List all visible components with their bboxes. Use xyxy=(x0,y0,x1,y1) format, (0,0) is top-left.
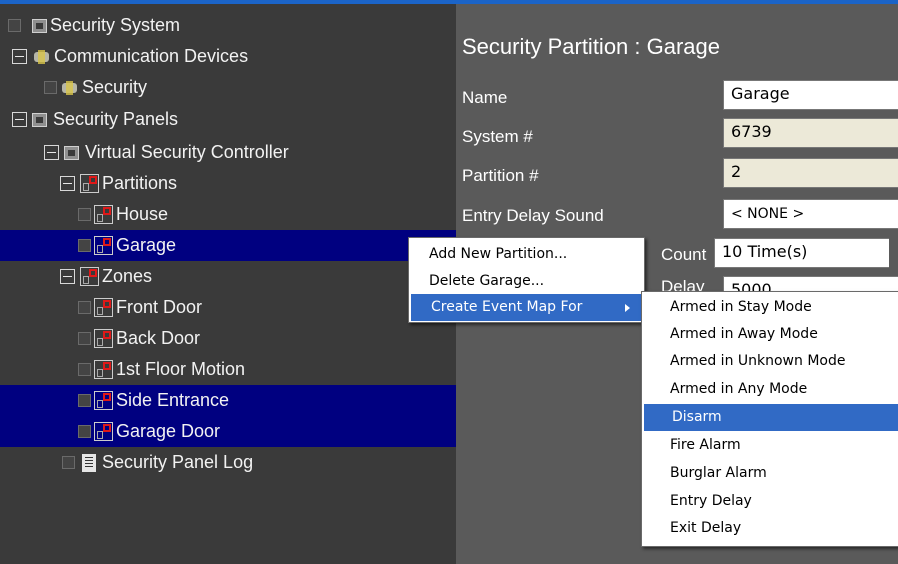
tree-item-zones[interactable]: Zones xyxy=(0,261,456,292)
checkbox[interactable] xyxy=(78,363,91,376)
count-label: Count xyxy=(661,245,707,264)
event-map-submenu: Armed in Stay Mode Armed in Away Mode Ar… xyxy=(641,291,898,547)
submenu-item-armed-any[interactable]: Armed in Any Mode xyxy=(642,376,898,403)
partition-number-label: Partition # xyxy=(462,166,539,185)
collapse-toggle-icon[interactable] xyxy=(12,112,27,127)
tree-item-label: Security Panels xyxy=(53,109,179,129)
security-controller-icon xyxy=(64,145,79,160)
collapse-toggle-icon[interactable] xyxy=(44,145,59,160)
tree-item-security-system[interactable]: Security System xyxy=(0,10,456,41)
communication-device-icon xyxy=(60,80,79,95)
tree-item-1st-floor-motion[interactable]: 1st Floor Motion xyxy=(0,354,456,385)
tree-item-front-door[interactable]: Front Door xyxy=(0,292,456,323)
submenu-item-label: Armed in Any Mode xyxy=(670,381,808,397)
checkbox[interactable] xyxy=(78,301,91,314)
submenu-item-label: Exit Delay xyxy=(670,520,742,536)
partition-icon xyxy=(94,205,113,224)
security-panels-icon xyxy=(32,112,47,127)
tree-item-security[interactable]: Security xyxy=(0,72,456,103)
tree-item-security-panels[interactable]: Security Panels xyxy=(0,104,456,135)
tree-item-label: Partitions xyxy=(102,173,178,193)
system-number-field[interactable]: 6739 xyxy=(723,118,898,148)
security-system-icon xyxy=(32,18,47,33)
checkbox[interactable] xyxy=(78,425,91,438)
communication-devices-icon xyxy=(32,49,51,64)
submenu-item-entry-delay[interactable]: Entry Delay xyxy=(642,488,898,515)
menu-item-delete-garage[interactable]: Delete Garage... xyxy=(409,268,644,295)
collapse-toggle-icon[interactable] xyxy=(12,49,27,64)
zones-icon xyxy=(80,267,99,286)
log-icon xyxy=(82,453,96,472)
submenu-item-burglar-alarm[interactable]: Burglar Alarm xyxy=(642,460,898,487)
submenu-item-label: Fire Alarm xyxy=(670,437,741,453)
entry-delay-sound-label: Entry Delay Sound xyxy=(462,206,604,225)
tree-item-label: Side Entrance xyxy=(116,390,230,410)
collapse-toggle-icon[interactable] xyxy=(60,176,75,191)
context-menu: Add New Partition... Delete Garage... Cr… xyxy=(408,237,645,323)
tree-pane: Security System Communication Devices Se… xyxy=(0,4,456,564)
submenu-item-label: Entry Delay xyxy=(670,493,752,509)
checkbox[interactable] xyxy=(62,456,75,469)
partition-number-field[interactable]: 2 xyxy=(723,158,898,188)
checkbox[interactable] xyxy=(44,81,57,94)
checkbox[interactable] xyxy=(8,19,21,32)
menu-item-label: Create Event Map For xyxy=(431,299,583,315)
submenu-item-label: Disarm xyxy=(672,409,722,425)
name-label: Name xyxy=(462,88,508,107)
submenu-item-fire-alarm[interactable]: Fire Alarm xyxy=(642,432,898,459)
checkbox[interactable] xyxy=(78,332,91,345)
zone-icon xyxy=(94,391,113,410)
name-field[interactable]: Garage xyxy=(723,80,898,110)
tree-item-label: Zones xyxy=(102,266,153,286)
tree-item-security-panel-log[interactable]: Security Panel Log xyxy=(0,447,456,478)
tree-item-garage[interactable]: Garage xyxy=(0,230,456,261)
tree-item-label: 1st Floor Motion xyxy=(116,359,246,379)
tree-item-virtual-security-controller[interactable]: Virtual Security Controller xyxy=(0,137,456,168)
submenu-item-label: Armed in Away Mode xyxy=(670,326,818,342)
tree-item-label: Communication Devices xyxy=(54,46,249,66)
system-number-label: System # xyxy=(462,127,533,146)
tree-item-side-entrance[interactable]: Side Entrance xyxy=(0,385,456,416)
zone-icon xyxy=(94,298,113,317)
tree-item-label: Front Door xyxy=(116,297,203,317)
menu-item-label: Add New Partition... xyxy=(429,246,568,262)
checkbox[interactable] xyxy=(78,208,91,221)
submenu-item-armed-unknown[interactable]: Armed in Unknown Mode xyxy=(642,348,898,375)
tree-item-garage-door[interactable]: Garage Door xyxy=(0,416,456,447)
partitions-icon xyxy=(80,174,99,193)
menu-item-label: Delete Garage... xyxy=(429,273,545,289)
count-select[interactable]: 10 Time(s) xyxy=(714,238,889,268)
tree-item-label: Garage Door xyxy=(116,421,221,441)
submenu-item-armed-away[interactable]: Armed in Away Mode xyxy=(642,321,898,348)
tree-item-label: Security Panel Log xyxy=(102,452,254,472)
page-title: Security Partition : Garage xyxy=(462,34,721,59)
tree-item-partitions[interactable]: Partitions xyxy=(0,168,456,199)
tree-item-label: Virtual Security Controller xyxy=(85,142,289,162)
tree-item-label: Security System xyxy=(50,15,181,35)
menu-item-create-event-map[interactable]: Create Event Map For xyxy=(411,294,642,321)
submenu-item-label: Armed in Stay Mode xyxy=(670,299,812,315)
tree-item-label: Back Door xyxy=(116,328,201,348)
checkbox[interactable] xyxy=(78,239,91,252)
submenu-arrow-icon xyxy=(625,304,630,312)
tree-item-label: House xyxy=(116,204,169,224)
submenu-item-exit-delay[interactable]: Exit Delay xyxy=(642,515,898,542)
tree-item-label: Security xyxy=(82,77,148,97)
submenu-item-disarm[interactable]: Disarm xyxy=(644,404,898,431)
checkbox[interactable] xyxy=(78,394,91,407)
menu-item-add-new-partition[interactable]: Add New Partition... xyxy=(409,241,644,268)
submenu-item-label: Burglar Alarm xyxy=(670,465,767,481)
collapse-toggle-icon[interactable] xyxy=(60,269,75,284)
submenu-item-label: Armed in Unknown Mode xyxy=(670,353,846,369)
partition-icon xyxy=(94,236,113,255)
tree-item-back-door[interactable]: Back Door xyxy=(0,323,456,354)
zone-icon xyxy=(94,422,113,441)
tree-item-house[interactable]: House xyxy=(0,199,456,230)
tree-item-communication-devices[interactable]: Communication Devices xyxy=(0,41,456,72)
zone-icon xyxy=(94,360,113,379)
submenu-item-armed-stay[interactable]: Armed in Stay Mode xyxy=(642,294,898,321)
entry-delay-sound-select[interactable]: < NONE > xyxy=(723,199,898,229)
tree-item-label: Garage xyxy=(116,235,177,255)
zone-icon xyxy=(94,329,113,348)
